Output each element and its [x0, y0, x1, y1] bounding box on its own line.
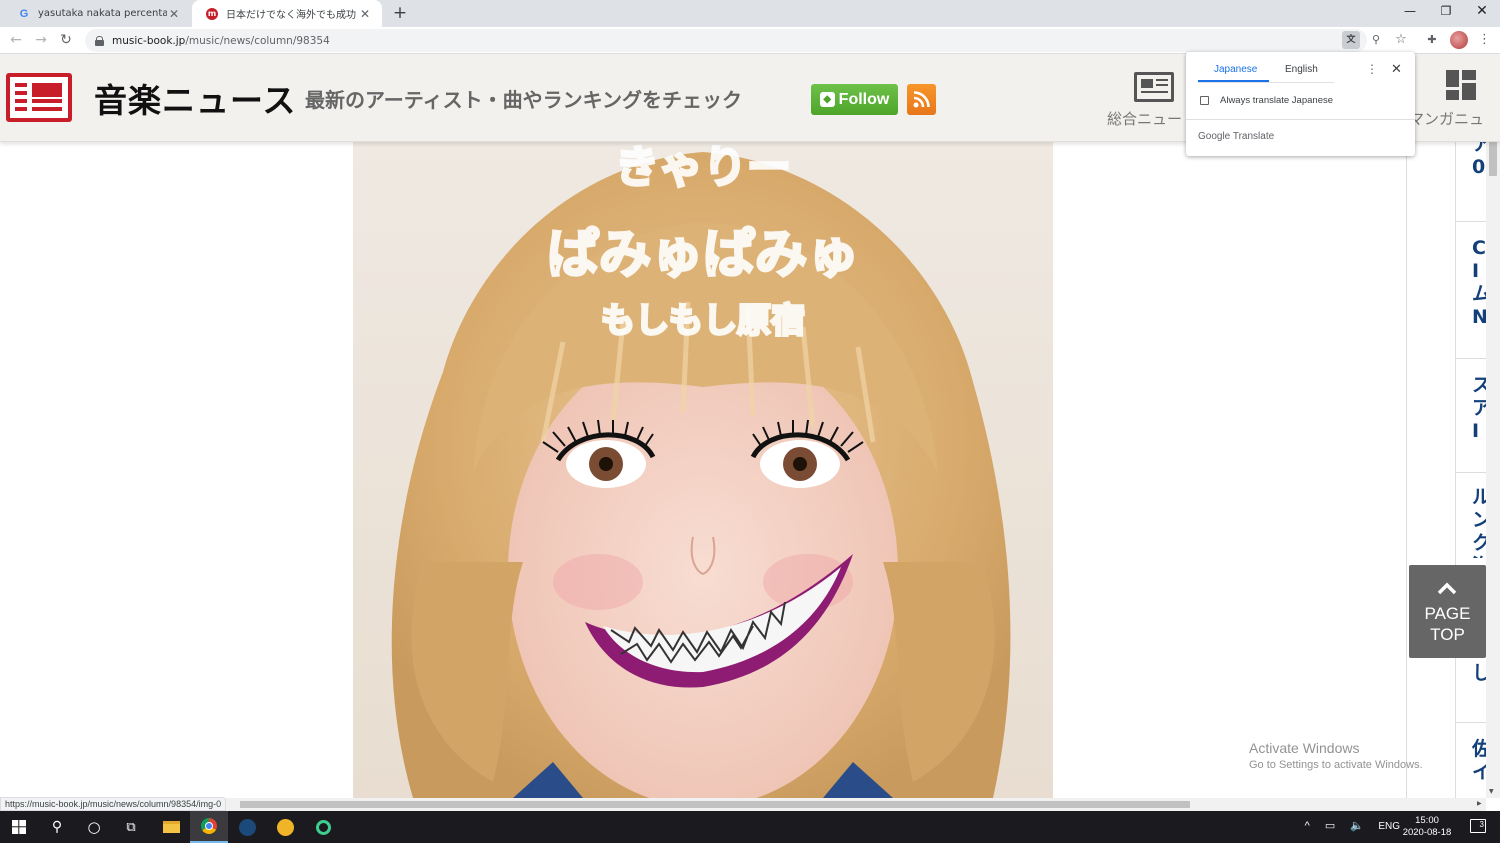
- always-translate-checkbox[interactable]: [1200, 96, 1209, 105]
- profile-avatar[interactable]: [1450, 31, 1468, 49]
- activate-windows-title: Activate Windows: [1249, 740, 1360, 756]
- activate-windows-subtitle: Go to Settings to activate Windows.: [1249, 759, 1423, 771]
- input-language[interactable]: ENG: [1378, 821, 1400, 832]
- close-window-button[interactable]: ✕: [1464, 0, 1500, 24]
- windows-logo-icon: [12, 820, 26, 834]
- task-view-icon[interactable]: ⧉: [112, 811, 150, 843]
- tab-strip: G yasutaka nakata percentage of p ✕ m 日本…: [0, 0, 1500, 27]
- tab-title: yasutaka nakata percentage of p: [38, 8, 167, 19]
- follow-button[interactable]: ◆ Follow: [811, 84, 898, 115]
- site-title[interactable]: 音楽ニュース: [94, 74, 296, 122]
- app-icon-yellow[interactable]: [266, 811, 304, 843]
- cortana-icon[interactable]: ○: [75, 811, 113, 843]
- article-hero-image[interactable]: きゃりー ぱみゅぱみゅ もしもし原宿: [353, 142, 1053, 798]
- vertical-scrollbar[interactable]: ▲ ▼: [1486, 54, 1500, 798]
- cover-title-line-3: もしもし原宿: [601, 301, 805, 341]
- app-icon-green[interactable]: [304, 811, 342, 843]
- restore-button[interactable]: ❐: [1428, 0, 1464, 24]
- page-viewport: 音楽ニュース 最新のアーティスト・曲やランキングをチェック ◆ Follow 総…: [0, 54, 1500, 798]
- tab-title: 日本だけでなく海外でも成功している: [226, 10, 358, 21]
- translate-tab-japanese[interactable]: Japanese: [1214, 64, 1257, 75]
- steam-icon[interactable]: [228, 811, 266, 843]
- lock-icon[interactable]: [95, 35, 104, 46]
- back-button[interactable]: ←: [6, 30, 26, 50]
- site-logo[interactable]: [6, 73, 72, 122]
- browser-toolbar: ← → ↻ music-book.jp/music/news/column/98…: [0, 27, 1500, 54]
- url-path: /music/news/column/98354: [185, 34, 330, 47]
- scroll-down-arrow-icon[interactable]: ▼: [1489, 788, 1494, 795]
- divider: [1186, 119, 1415, 120]
- scroll-right-arrow-icon[interactable]: ▶: [1477, 800, 1482, 807]
- horizontal-scrollbar-thumb[interactable]: [240, 801, 1190, 808]
- site-tagline: 最新のアーティスト・曲やランキングをチェック: [305, 88, 742, 112]
- music-book-icon: m: [206, 7, 218, 20]
- tab-divider: [1198, 82, 1334, 83]
- address-bar[interactable]: music-book.jp/music/news/column/98354: [85, 29, 1367, 52]
- rss-icon: [913, 91, 930, 108]
- reload-button[interactable]: ↻: [56, 30, 76, 50]
- notification-center-icon[interactable]: 3: [1470, 819, 1486, 833]
- extensions-puzzle-icon[interactable]: ✚: [1423, 31, 1441, 49]
- close-icon[interactable]: ✕: [1391, 61, 1402, 77]
- cover-title-line-2: ぱみゅぱみゅ: [547, 225, 859, 285]
- file-explorer-icon[interactable]: [152, 811, 190, 843]
- nav-general-news-label: 総合ニュー: [1107, 110, 1183, 128]
- translate-tab-english[interactable]: English: [1285, 64, 1318, 75]
- minimize-button[interactable]: —: [1392, 0, 1428, 24]
- active-tab-indicator: [1198, 80, 1269, 82]
- chrome-icon[interactable]: [190, 811, 228, 843]
- feedly-icon: ◆: [819, 92, 835, 107]
- newspaper-icon: [1134, 72, 1174, 102]
- tab-music-book[interactable]: m 日本だけでなく海外でも成功している ✕: [192, 0, 382, 27]
- more-options-icon[interactable]: ⋮: [1366, 62, 1378, 76]
- windows-taskbar: ⚲ ○ ⧉ ^ ▭ 🔈 ENG 15:00 2020-08-18 3: [0, 811, 1500, 843]
- translate-popup: Japanese English ⋮ ✕ Always translate Ja…: [1186, 52, 1415, 156]
- sidebar-list: ア06 CIムNyV スアIT ルンク泡 mし 佐イ: [1455, 133, 1490, 798]
- tab-google-search[interactable]: G yasutaka nakata percentage of p ✕: [4, 0, 191, 27]
- forward-button[interactable]: →: [31, 30, 51, 50]
- google-icon: G: [19, 7, 29, 20]
- google-translate-brand: Google Translate: [1198, 131, 1275, 142]
- url-host: music-book.jp: [112, 34, 186, 47]
- tray-icons[interactable]: ^ ▭ 🔈: [1305, 819, 1370, 832]
- search-icon[interactable]: ⚲: [38, 811, 76, 843]
- zoom-icon[interactable]: ⚲: [1367, 31, 1385, 49]
- new-tab-button[interactable]: +: [390, 3, 410, 23]
- rss-button[interactable]: [907, 84, 936, 115]
- chevron-up-icon: [1437, 582, 1457, 595]
- always-translate-label[interactable]: Always translate Japanese: [1220, 95, 1333, 106]
- translate-icon[interactable]: 文: [1342, 31, 1360, 49]
- cover-title-line-1: きゃりー: [615, 142, 791, 193]
- follow-label: Follow: [838, 90, 890, 108]
- album-cover-illustration: きゃりー ぱみゅぱみゅ もしもし原宿: [391, 142, 1011, 798]
- manga-grid-icon[interactable]: [1446, 70, 1476, 100]
- clock[interactable]: 15:00 2020-08-18: [1402, 815, 1452, 839]
- bookmark-star-icon[interactable]: ☆: [1392, 31, 1410, 49]
- browser-menu-icon[interactable]: ⋮: [1478, 30, 1491, 50]
- page-top-label: PAGE TOP: [1424, 604, 1471, 644]
- start-button[interactable]: [0, 811, 38, 843]
- close-icon[interactable]: ✕: [358, 7, 372, 21]
- nav-manga-news-label[interactable]: マンガニュ: [1409, 108, 1484, 129]
- page-top-button[interactable]: PAGE TOP: [1409, 565, 1486, 658]
- close-icon[interactable]: ✕: [167, 7, 181, 21]
- status-url-bubble: https://music-book.jp/music/news/column/…: [0, 797, 227, 811]
- related-articles-sidebar: ア06 CIムNyV スアIT ルンク泡 mし 佐イ: [1406, 133, 1490, 798]
